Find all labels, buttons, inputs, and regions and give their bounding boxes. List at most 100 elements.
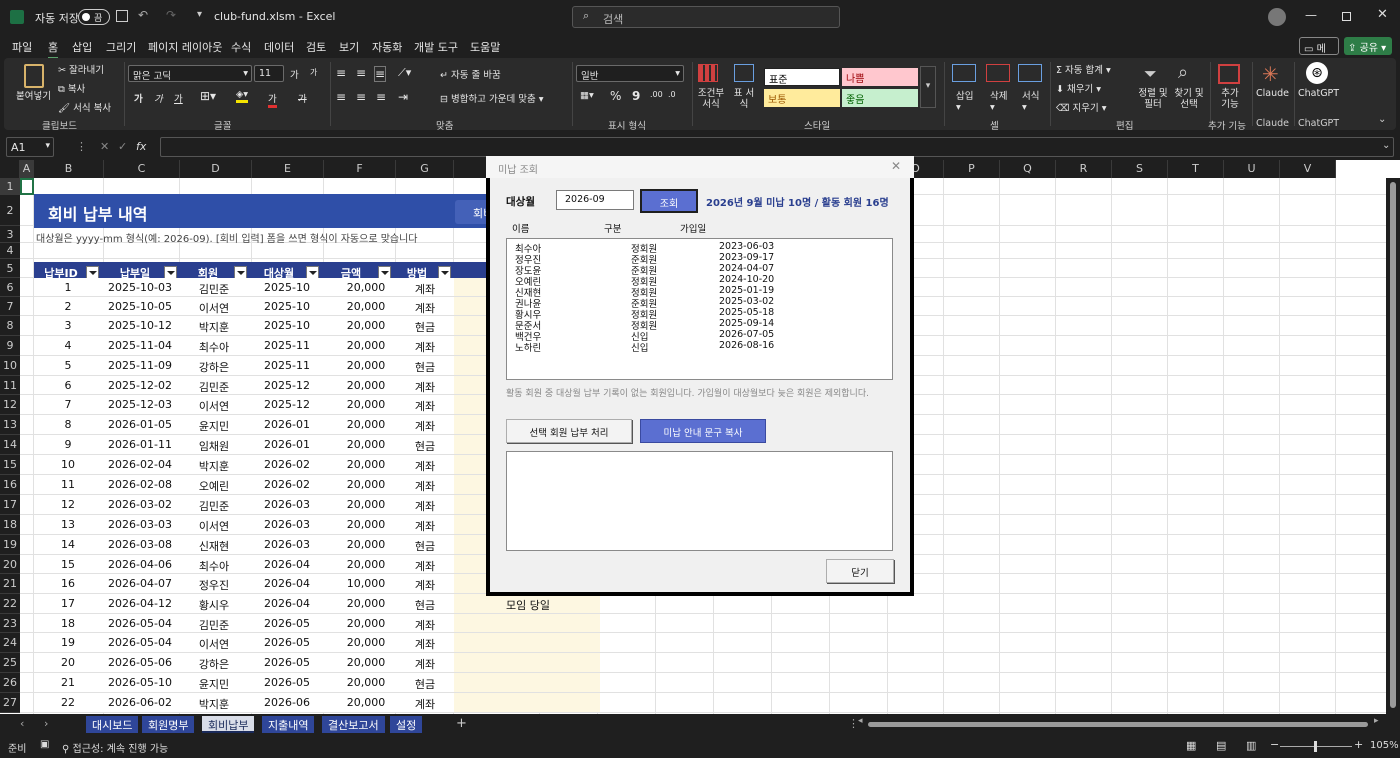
table-cell[interactable]: 최수아 — [174, 558, 254, 574]
undo-icon[interactable]: ↶ — [138, 8, 148, 22]
sheet-tab-3[interactable]: 지출내역 — [262, 716, 315, 733]
restore-icon[interactable] — [1342, 12, 1351, 21]
table-cell[interactable]: 2026-01 — [247, 438, 327, 451]
table-cell[interactable]: 2026-02 — [247, 458, 327, 471]
page-break-view-icon[interactable]: ▥ — [1246, 739, 1256, 752]
search-box[interactable]: ⌕ 검색 — [572, 6, 840, 28]
sort-filter-icon[interactable]: ⏷ — [1144, 64, 1157, 84]
column-header-e[interactable]: E — [252, 160, 324, 178]
message-textbox[interactable] — [506, 451, 893, 551]
sheet-tab-0[interactable]: 대시보드 — [86, 716, 139, 733]
table-cell[interactable]: 계좌 — [385, 418, 465, 434]
listbox-item[interactable]: 2025-03-02 — [719, 296, 774, 307]
table-cell[interactable]: 9 — [28, 438, 108, 451]
italic-button[interactable]: 가 — [154, 91, 163, 105]
table-cell[interactable]: 최수아 — [174, 339, 254, 355]
accessibility-status[interactable]: ⚲ 접근성: 계속 진행 가능 — [62, 740, 168, 755]
table-cell[interactable]: 계좌 — [385, 379, 465, 395]
scroll-tabs-left-icon[interactable]: ‹ — [20, 717, 24, 730]
collapse-ribbon-icon[interactable]: ⌄ — [1378, 114, 1386, 125]
table-cell[interactable]: 2026-02-08 — [100, 478, 180, 491]
column-header-b[interactable]: B — [34, 160, 104, 178]
grow-font-button[interactable]: 가 — [290, 67, 299, 81]
table-cell[interactable]: 2026-05-04 — [100, 617, 180, 630]
table-cell[interactable]: 계좌 — [385, 696, 465, 712]
table-cell[interactable]: 2025-11-09 — [100, 359, 180, 372]
table-cell[interactable]: 2026-05 — [247, 656, 327, 669]
table-cell[interactable]: 2026-03-08 — [100, 538, 180, 551]
process-payment-button[interactable]: 선택 회원 납부 처리 — [506, 419, 632, 443]
row-header-26[interactable]: 26 — [0, 673, 20, 693]
style-neutral[interactable]: 보통 — [764, 89, 840, 107]
table-cell[interactable]: 계좌 — [385, 617, 465, 633]
menu-help[interactable]: 도움말 — [470, 39, 500, 55]
copy-button[interactable]: ⧉ 복사 — [58, 81, 85, 95]
table-cell[interactable]: 이서연 — [174, 636, 254, 652]
table-cell[interactable]: 2026-03 — [247, 518, 327, 531]
row-header-11[interactable]: 11 — [0, 376, 20, 395]
row-header-16[interactable]: 16 — [0, 475, 20, 495]
insert-cells-icon[interactable] — [952, 64, 976, 82]
table-cell[interactable]: 윤지민 — [174, 676, 254, 692]
horizontal-scrollbar[interactable]: ◂ ▸ — [858, 716, 1382, 728]
menu-developer[interactable]: 개발 도구 — [414, 39, 458, 55]
name-box[interactable]: A1 ▾ — [6, 137, 54, 157]
table-cell[interactable]: 2026-03 — [247, 538, 327, 551]
table-cell[interactable]: 강하은 — [174, 656, 254, 672]
listbox-item[interactable]: 2026-07-05 — [719, 329, 774, 340]
table-cell[interactable]: 2026-04 — [247, 558, 327, 571]
sheet-tab-2[interactable]: 회비납부 — [202, 716, 255, 733]
table-cell[interactable]: 2 — [28, 300, 108, 313]
table-cell[interactable]: 2025-10 — [247, 319, 327, 332]
table-cell[interactable]: 11 — [28, 478, 108, 491]
table-cell[interactable]: 20 — [28, 656, 108, 669]
table-cell[interactable]: 3 — [28, 319, 108, 332]
table-cell[interactable]: 박지훈 — [174, 696, 254, 712]
table-cell[interactable]: 2026-05-06 — [100, 656, 180, 669]
align-middle-icon[interactable]: ≡ — [356, 66, 366, 80]
format-as-table-icon[interactable] — [734, 64, 754, 82]
row-header-9[interactable]: 9 — [0, 336, 20, 356]
customize-qat-icon[interactable]: ▾ — [197, 9, 202, 20]
table-cell[interactable]: 2026-04-06 — [100, 558, 180, 571]
sort-filter-button[interactable]: 정렬 및 필터 — [1136, 88, 1170, 110]
delete-cells-button[interactable]: 삭제 ▾ — [990, 88, 1007, 113]
table-cell[interactable]: 계좌 — [385, 518, 465, 534]
table-cell[interactable]: 계좌 — [385, 458, 465, 474]
table-cell[interactable]: 2025-12-02 — [100, 379, 180, 392]
table-cell[interactable]: 계좌 — [385, 636, 465, 652]
orientation-icon[interactable]: ⟋▾ — [398, 66, 411, 80]
table-cell[interactable]: 김민준 — [174, 281, 254, 297]
table-cell[interactable]: 7 — [28, 398, 108, 411]
comma-button[interactable]: 9 — [632, 89, 640, 103]
scroll-tabs-right-icon[interactable]: › — [44, 717, 48, 730]
row-header-12[interactable]: 12 — [0, 395, 20, 415]
row-header-20[interactable]: 20 — [0, 555, 20, 574]
table-cell[interactable]: 6 — [28, 379, 108, 392]
column-header-r[interactable]: R — [1056, 160, 1112, 178]
cancel-entry-icon[interactable]: ✕ — [100, 140, 109, 153]
paste-button[interactable]: 붙여넣기 — [16, 88, 51, 102]
fill-button[interactable]: ⬇ 채우기 ▾ — [1056, 81, 1101, 95]
table-cell[interactable]: 계좌 — [385, 281, 465, 297]
styles-more-button[interactable]: ▾ — [920, 66, 936, 108]
table-cell[interactable]: 14 — [28, 538, 108, 551]
copy-notice-button[interactable]: 미납 안내 문구 복사 — [640, 419, 766, 443]
table-cell[interactable]: 2026-03-02 — [100, 498, 180, 511]
delete-cells-icon[interactable] — [986, 64, 1010, 82]
table-cell[interactable]: 계좌 — [385, 498, 465, 514]
expand-formula-icon[interactable]: ⌄ — [1382, 140, 1390, 151]
menu-automate[interactable]: 자동화 — [372, 39, 402, 55]
add-sheet-icon[interactable]: + — [456, 716, 467, 731]
confirm-entry-icon[interactable]: ✓ — [118, 140, 127, 153]
table-cell[interactable]: 황시우 — [174, 597, 254, 613]
table-cell[interactable]: 이서연 — [174, 518, 254, 534]
strike-button[interactable]: 가 — [298, 91, 307, 105]
table-cell[interactable]: 오예린 — [174, 478, 254, 494]
wrap-text-button[interactable]: ↵ 자동 줄 바꿈 — [440, 67, 501, 81]
row-header-17[interactable]: 17 — [0, 495, 20, 515]
table-cell[interactable]: 2026-05 — [247, 676, 327, 689]
table-cell[interactable]: 계좌 — [385, 656, 465, 672]
find-select-button[interactable]: 찾기 및 선택 — [1172, 88, 1206, 110]
menu-view[interactable]: 보기 — [339, 39, 359, 55]
